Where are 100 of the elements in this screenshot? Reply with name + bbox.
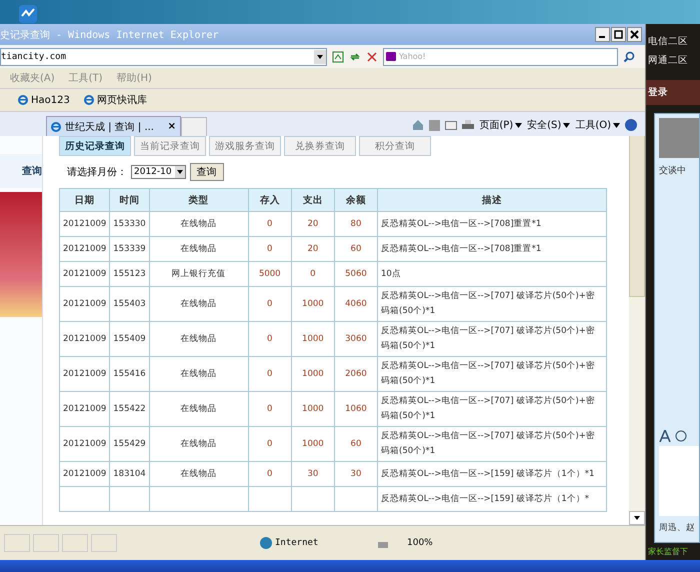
table-cell: 反恐精英OL-->电信一区-->[707] 破译芯片(50个)+密码箱(50个)*1: [381, 326, 595, 351]
font-icon[interactable]: [659, 430, 671, 442]
table-cell: 1000: [302, 298, 324, 308]
address-field[interactable]: tiancity.com: [0, 48, 327, 66]
table-cell: 153339: [113, 244, 146, 254]
table-cell: 0: [267, 334, 272, 344]
table-cell: 3060: [345, 334, 367, 344]
home-icon[interactable]: [412, 119, 424, 131]
stop-icon[interactable]: [366, 50, 378, 62]
table-cell: 155422: [113, 404, 146, 414]
table-cell: 0: [267, 244, 272, 254]
table-cell: 1000: [302, 404, 324, 414]
table-cell: 20: [307, 244, 318, 254]
table-cell: 153330: [113, 218, 146, 228]
browser-tab[interactable]: 世纪天成 | 查询 | ... ×: [46, 116, 181, 136]
message-input[interactable]: [659, 446, 699, 516]
table-cell: 在线物品: [180, 438, 217, 448]
caret-icon: [515, 122, 522, 128]
table-cell: 在线物品: [180, 334, 217, 344]
table-cell: 反恐精英OL-->电信一区-->[159] 破译芯片（1个）*: [381, 494, 590, 504]
mail-icon[interactable]: [445, 120, 458, 130]
scrollbar[interactable]: [629, 136, 645, 525]
table-cell: 155416: [113, 368, 146, 378]
security-zone: Internet: [275, 538, 320, 548]
notice-text: 家长监督下: [647, 546, 689, 558]
column-header: 日期: [60, 188, 110, 212]
table-cell: 在线物品: [180, 218, 217, 228]
query-tab[interactable]: 兑换券查询: [284, 136, 356, 156]
query-tab[interactable]: 历史记录查询: [59, 136, 131, 156]
close-button[interactable]: [627, 27, 642, 42]
compatibility-icon[interactable]: [332, 50, 344, 62]
table-cell: 1000: [302, 368, 324, 378]
table-cell: 1000: [302, 438, 324, 448]
favorite-link[interactable]: Hao123: [18, 94, 70, 106]
table-cell: 0: [267, 438, 272, 448]
table-cell: 20121009: [63, 404, 106, 414]
query-button[interactable]: 查询: [190, 163, 224, 181]
server-label[interactable]: 网通二区: [646, 51, 700, 70]
table-cell: 20121009: [63, 298, 106, 308]
browser-page-icon: [51, 122, 61, 132]
promo-banner-placeholder[interactable]: [0, 192, 42, 317]
contact-names: 周迅、赵: [659, 522, 696, 534]
table-cell: 0: [267, 468, 272, 478]
shortcut-icon[interactable]: [18, 4, 38, 24]
table-cell: 在线物品: [180, 404, 217, 414]
server-label[interactable]: 电信二区: [646, 32, 700, 51]
table-cell: 0: [310, 268, 316, 278]
login-label[interactable]: 登录: [646, 80, 700, 105]
table-cell: 在线物品: [180, 468, 217, 478]
browser-page-icon: [18, 95, 28, 105]
table-cell: 155409: [113, 334, 146, 344]
table-cell: 60: [350, 244, 362, 254]
avatar-placeholder: [659, 118, 699, 158]
table-cell: 2060: [345, 368, 367, 378]
refresh-icon[interactable]: [349, 50, 361, 62]
zoom-level[interactable]: 100%: [407, 538, 433, 548]
month-select[interactable]: 2012-10: [131, 165, 186, 179]
help-icon[interactable]: [625, 119, 637, 131]
table-cell: 20121009: [63, 268, 106, 278]
chat-status: 交谈中: [659, 164, 687, 177]
table-cell: 在线物品: [180, 244, 217, 254]
column-header: 余额: [334, 188, 378, 212]
table-cell: 反恐精英OL-->电信一区-->[159] 破译芯片（1个）*1: [381, 468, 594, 478]
command-menu[interactable]: 安全(S): [527, 118, 570, 132]
table-cell: 183104: [113, 468, 146, 478]
query-tab[interactable]: 积分查询: [359, 136, 431, 156]
table-cell: 30: [350, 468, 362, 478]
table-cell: 在线物品: [180, 368, 217, 378]
minimize-button[interactable]: [595, 27, 610, 42]
globe-icon: [260, 537, 272, 549]
sidebar-heading: 查询: [0, 154, 42, 188]
maximize-button[interactable]: [611, 27, 626, 42]
caret-icon: [613, 122, 620, 128]
column-header: 类型: [149, 188, 248, 212]
command-menu[interactable]: 页面(P): [479, 118, 522, 132]
table-cell: 反恐精英OL-->电信一区-->[707] 破译芯片(50个)+密码箱(50个)*1: [381, 431, 595, 456]
table-cell: 20121009: [63, 368, 106, 378]
table-cell: 0: [267, 404, 272, 414]
query-tab[interactable]: 游戏服务查询: [209, 136, 281, 156]
table-cell: 0: [267, 368, 272, 378]
favorite-link[interactable]: 网页快讯库: [84, 93, 147, 107]
table-cell: 60: [350, 438, 362, 448]
status-panel: [62, 534, 88, 552]
table-cell: 反恐精英OL-->电信一区-->[707] 破译芯片(50个)+密码箱(50个)*1: [381, 361, 595, 386]
table-cell: 155429: [113, 438, 146, 448]
caret-icon: [563, 122, 570, 128]
table-cell: 20121009: [63, 218, 106, 228]
window-title: 史记录查询 - Windows Internet Explorer: [0, 28, 219, 42]
dropdown-caret-icon[interactable]: [314, 50, 326, 64]
query-tab[interactable]: 当前记录查询: [134, 136, 206, 156]
table-cell: 155403: [113, 298, 146, 308]
scroll-down-button[interactable]: [629, 511, 645, 525]
command-menu[interactable]: 工具(O): [575, 118, 620, 132]
table-cell: 反恐精英OL-->电信一区-->[708]重置*1: [381, 218, 542, 228]
column-header: 存入: [248, 188, 292, 212]
column-header: 时间: [110, 188, 150, 212]
search-icon[interactable]: [623, 50, 635, 62]
table-cell: 10点: [381, 268, 401, 278]
table-cell: 80: [350, 218, 362, 228]
print-icon[interactable]: [462, 120, 474, 130]
